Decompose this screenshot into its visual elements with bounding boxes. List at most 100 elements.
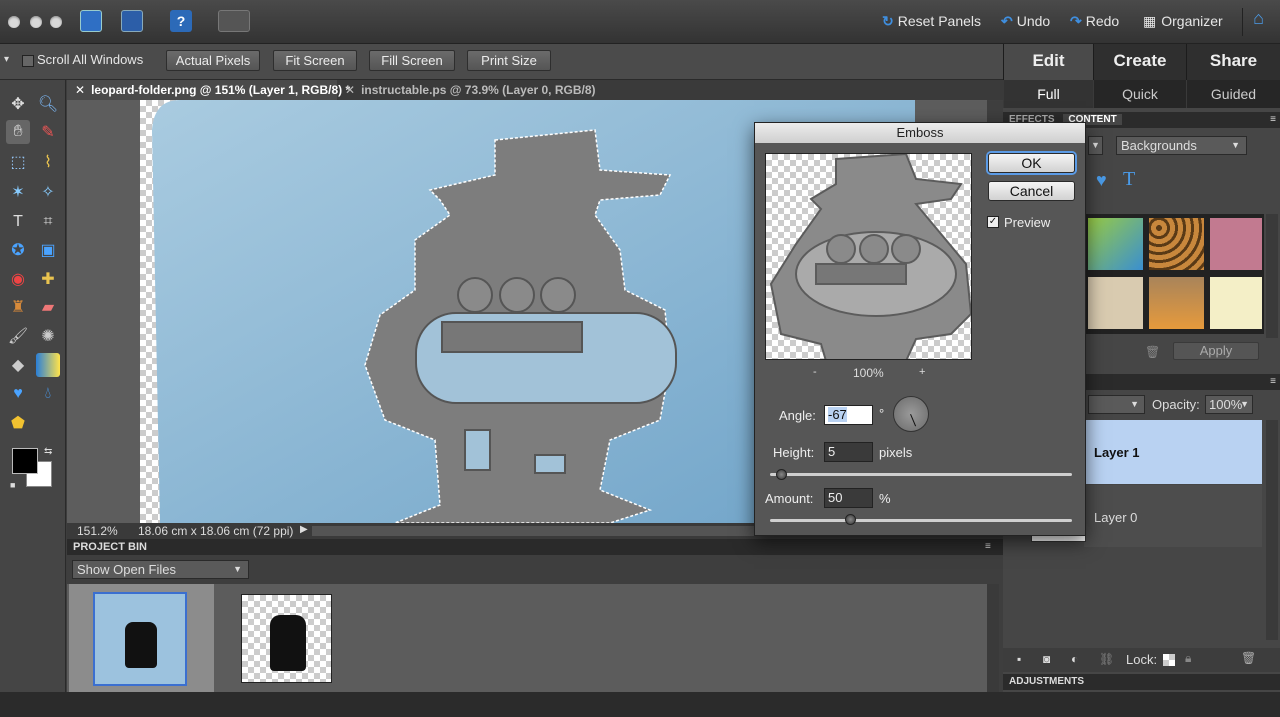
custom-shape-tool-icon[interactable]: ♥	[6, 382, 30, 406]
default-colors-icon[interactable]: ■	[10, 480, 15, 490]
home-icon[interactable]: ⌂	[1242, 8, 1274, 36]
panel-menu-icon[interactable]: ≡	[1270, 112, 1276, 128]
content-thumbnail[interactable]	[1149, 277, 1204, 329]
content-thumbnail[interactable]	[1088, 277, 1143, 329]
crop-tool-icon[interactable]: ⌗	[36, 210, 60, 234]
paint-bucket-tool-icon[interactable]: ◆	[6, 353, 30, 377]
content-filter-dropdown[interactable]: ▼	[1088, 136, 1103, 155]
tab-share[interactable]: Share	[1186, 44, 1280, 80]
link-layers-icon[interactable]: ⛓︎	[1099, 652, 1114, 666]
amount-input[interactable]: 50	[824, 488, 873, 508]
preview-checkbox[interactable]: ✓	[987, 216, 999, 228]
close-tab-icon[interactable]: ✕	[75, 83, 85, 97]
height-input[interactable]: 5	[824, 442, 873, 462]
eyedropper-tool-icon[interactable]: ✎	[36, 120, 60, 144]
angle-input[interactable]: -67	[824, 405, 873, 425]
new-layer-icon[interactable]: ▪	[1017, 652, 1021, 666]
gradient-tool-icon[interactable]	[36, 353, 60, 377]
healing-brush-tool-icon[interactable]: ✚	[36, 267, 60, 291]
backgrounds-dropdown[interactable]: Backgrounds ▼	[1116, 136, 1247, 155]
layer-row-layer-1[interactable]: Layer 1	[1084, 420, 1262, 484]
redo-button[interactable]: ↷ Redo	[1070, 13, 1119, 30]
options-menu-icon[interactable]: ▾	[4, 54, 9, 65]
emboss-preview[interactable]	[765, 153, 972, 360]
hand-tool-icon[interactable]: ✋︎	[6, 120, 30, 144]
ok-button[interactable]: OK	[988, 153, 1075, 173]
adjustment-layer-icon[interactable]: ◐	[1071, 652, 1078, 666]
zoom-tool-icon[interactable]: 🔍︎	[36, 92, 60, 116]
panel-menu-icon[interactable]: ≡	[1270, 374, 1276, 390]
trash-icon[interactable]: 🗑︎	[1145, 345, 1160, 359]
text-content-icon[interactable]: T	[1123, 168, 1135, 191]
undo-button[interactable]: ↶ Undo	[1001, 13, 1050, 30]
favorites-heart-icon[interactable]: ♥	[1096, 170, 1107, 191]
close-window-icon[interactable]	[8, 16, 20, 28]
actual-pixels-button[interactable]: Actual Pixels	[166, 50, 260, 71]
thumbnail-leopard-folder[interactable]	[93, 592, 187, 686]
content-thumbnail[interactable]	[1149, 218, 1204, 270]
amount-slider-handle[interactable]	[845, 514, 856, 525]
sponge-tool-icon[interactable]: ⬟	[6, 411, 30, 435]
fit-screen-button[interactable]: Fit Screen	[273, 50, 357, 71]
quick-selection-tool-icon[interactable]: ✧	[36, 180, 60, 204]
status-menu-arrow-icon[interactable]: ▶	[300, 524, 308, 535]
fill-screen-button[interactable]: Fill Screen	[369, 50, 455, 71]
cancel-button[interactable]: Cancel	[988, 181, 1075, 201]
marquee-tool-icon[interactable]: ⬚	[6, 150, 30, 174]
panel-menu-icon[interactable]: ≡	[985, 541, 991, 552]
amount-slider[interactable]	[770, 519, 1072, 522]
height-slider[interactable]	[770, 473, 1072, 476]
print-size-button[interactable]: Print Size	[467, 50, 551, 71]
workspace-layout-icon[interactable]	[218, 10, 250, 32]
content-thumbnail[interactable]	[1210, 218, 1262, 270]
tab-create[interactable]: Create	[1093, 44, 1186, 80]
close-tab-icon[interactable]: ✕	[345, 83, 355, 97]
minimize-window-icon[interactable]	[30, 16, 42, 28]
scroll-all-windows-checkbox[interactable]	[22, 55, 34, 67]
cookie-cutter-tool-icon[interactable]: ✪	[6, 238, 30, 262]
move-tool-icon[interactable]: ✥	[6, 92, 30, 116]
lock-transparency-icon[interactable]	[1163, 654, 1175, 666]
lock-all-icon[interactable]: 🔒︎	[1185, 651, 1191, 666]
help-button[interactable]: ?	[170, 10, 192, 32]
doc-tab-instructable[interactable]: ✕ instructable.ps @ 73.9% (Layer 0, RGB/8…	[337, 80, 604, 100]
save-icon[interactable]	[121, 10, 143, 32]
magic-wand-tool-icon[interactable]: ✶	[6, 180, 30, 204]
clone-stamp-tool-icon[interactable]: ♜	[6, 295, 30, 319]
zoom-window-icon[interactable]	[50, 16, 62, 28]
swap-colors-icon[interactable]: ⇆	[44, 446, 52, 457]
impressionist-brush-icon[interactable]: ✺	[36, 324, 60, 348]
layers-scrollbar[interactable]	[1266, 420, 1278, 640]
tab-full[interactable]: Full	[1003, 80, 1093, 108]
height-slider-handle[interactable]	[776, 469, 787, 480]
tab-guided[interactable]: Guided	[1186, 80, 1280, 108]
angle-dial[interactable]	[893, 396, 929, 432]
preview-zoom-in-button[interactable]: +	[919, 366, 925, 378]
bin-scrollbar[interactable]	[987, 584, 999, 692]
layer-mask-icon[interactable]: ◙	[1043, 652, 1050, 666]
content-thumbnail[interactable]	[1210, 277, 1262, 329]
foreground-color-swatch[interactable]	[12, 448, 38, 474]
content-scrollbar[interactable]	[1266, 214, 1278, 338]
opacity-field[interactable]: 100% ▼	[1205, 395, 1253, 414]
eraser-tool-icon[interactable]: ▰	[36, 295, 60, 319]
doc-tab-leopard[interactable]: ✕ leopard-folder.png @ 151% (Layer 1, RGB…	[67, 80, 350, 100]
recompose-tool-icon[interactable]: ▣	[36, 238, 60, 262]
new-file-icon[interactable]	[80, 10, 102, 32]
delete-layer-icon[interactable]: 🗑︎	[1241, 651, 1256, 665]
brush-tool-icon[interactable]: 🖌︎	[6, 324, 30, 348]
tab-edit[interactable]: Edit	[1003, 44, 1093, 80]
preview-zoom-out-button[interactable]: -	[813, 366, 817, 378]
layer-row-layer-0[interactable]: Layer 0	[1084, 485, 1262, 547]
content-thumbnail[interactable]	[1088, 218, 1143, 270]
blend-mode-dropdown[interactable]: ▼	[1088, 395, 1145, 414]
reset-panels-button[interactable]: ↻ Reset Panels	[882, 13, 981, 30]
lasso-tool-icon[interactable]: ⌇	[36, 150, 60, 174]
organizer-button[interactable]: ▦ Organizer	[1143, 13, 1223, 30]
show-open-files-dropdown[interactable]: Show Open Files ▼	[72, 560, 249, 579]
blur-tool-icon[interactable]: 💧︎	[36, 382, 60, 406]
red-eye-tool-icon[interactable]: ◉	[6, 267, 30, 291]
tab-quick[interactable]: Quick	[1093, 80, 1186, 108]
apply-button[interactable]: Apply	[1173, 342, 1259, 360]
thumbnail-instructable[interactable]	[241, 594, 332, 683]
